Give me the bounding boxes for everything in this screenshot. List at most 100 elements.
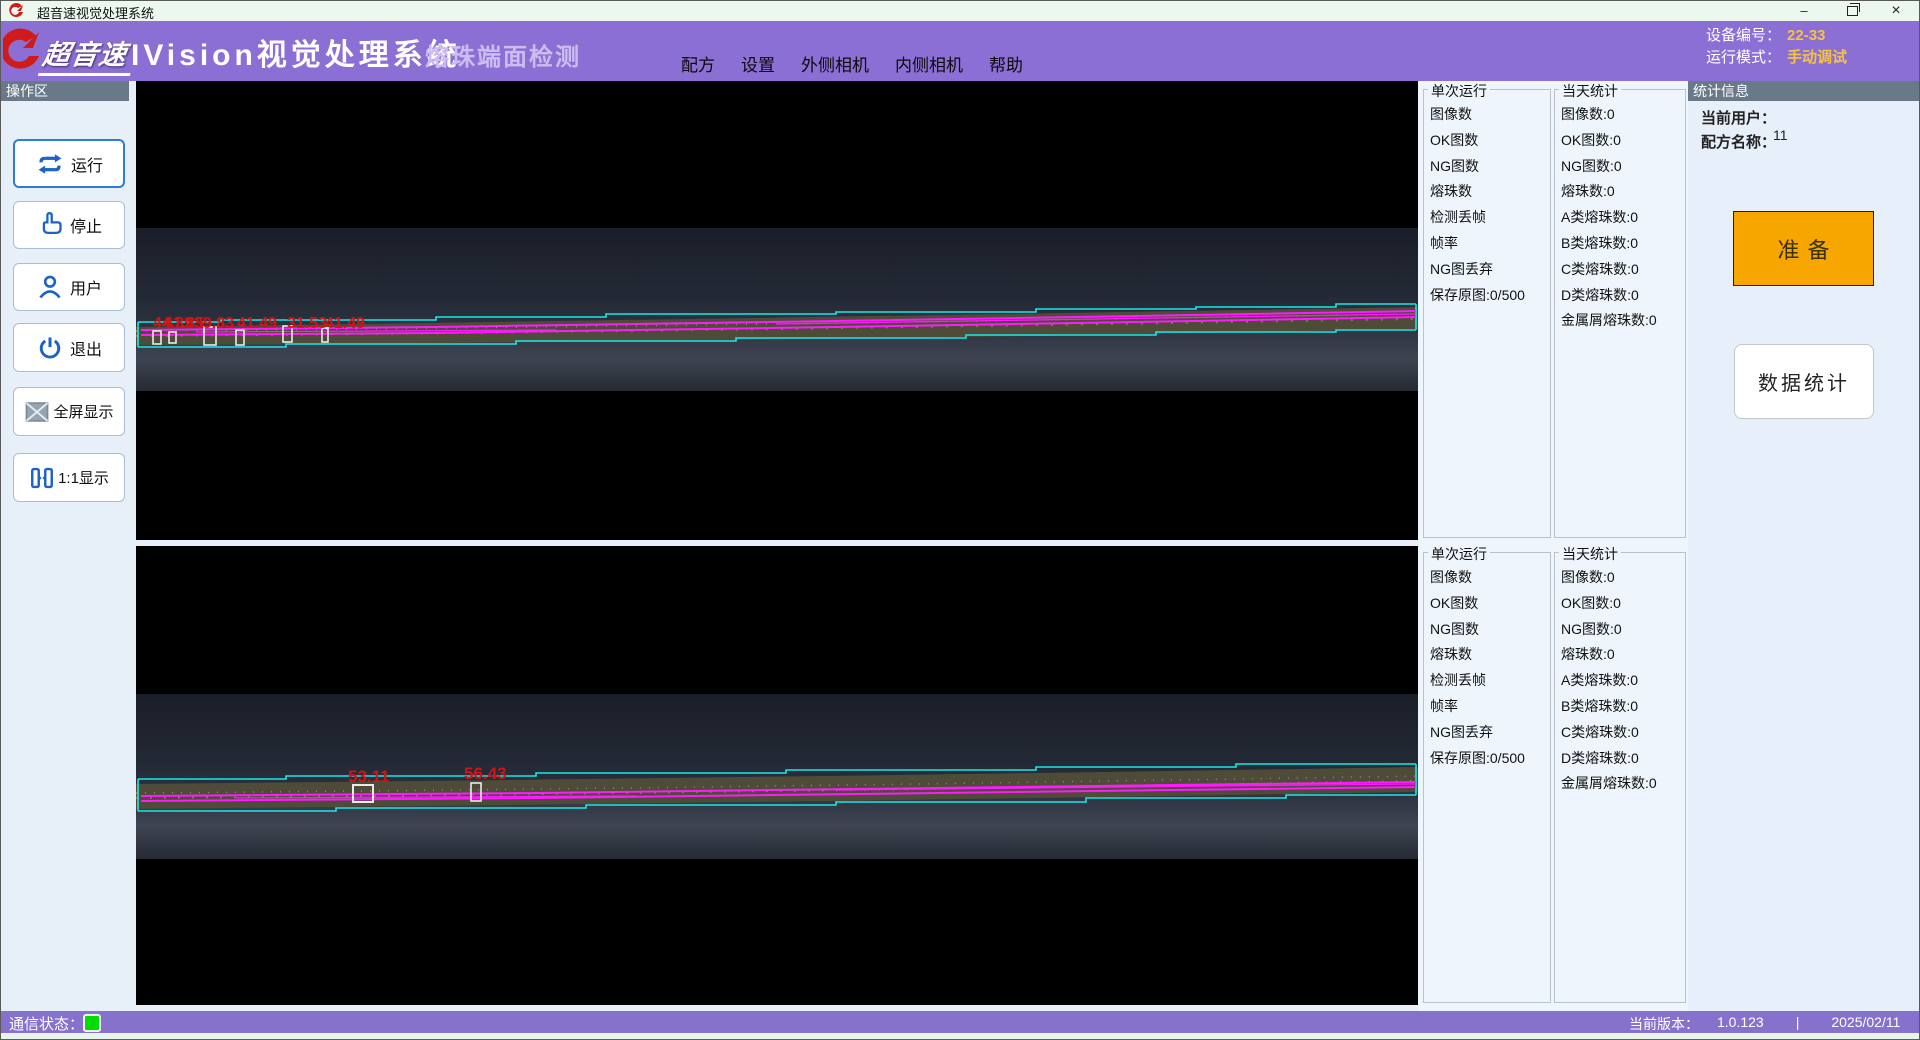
run-button-label: 运行: [71, 152, 103, 176]
menu-item[interactable]: 帮助: [989, 51, 1023, 76]
stat-row: D类熔珠数:0: [1561, 746, 1683, 772]
stat-row: 熔珠数:0: [1561, 642, 1683, 668]
menu-item[interactable]: 内侧相机: [895, 51, 963, 76]
statusbar: 通信状态： 当前版本： 1.0.123 | 2025/02/11 16:57:5…: [1, 1011, 1920, 1033]
stat-row: 金属屑熔珠数:0: [1561, 771, 1683, 797]
fullscreen-icon: [24, 400, 50, 424]
version-value: 1.0.123: [1717, 1014, 1764, 1034]
stat-row: 帧率: [1430, 694, 1548, 720]
device-info: 设备编号：22-33 运行模式：手动调试: [1706, 25, 1847, 69]
version-block: 当前版本： 1.0.123 | 2025/02/11 16:57:56: [1629, 1014, 1920, 1034]
menu-item[interactable]: 设置: [741, 51, 775, 76]
data-statistics-button[interactable]: 数据统计: [1734, 344, 1874, 419]
measurement-label: 41.49: [237, 315, 277, 332]
one-to-one-button[interactable]: 1:1显示: [13, 453, 125, 502]
exit-button[interactable]: 退出: [13, 323, 125, 372]
device-number-label: 设备编号：: [1706, 27, 1781, 44]
stat-row: 图像数:0: [1561, 565, 1683, 591]
daily-group-top: 当天统计 图像数:0OK图数:0NG图数:0熔珠数:0A类熔珠数:0B类熔珠数:…: [1554, 89, 1686, 538]
stat-row: OK图数: [1430, 591, 1548, 617]
stat-row: 检测丢帧: [1430, 205, 1548, 231]
main-menu: 配方 设置 外侧相机 内侧相机 帮助: [681, 51, 1023, 76]
close-button[interactable]: ×: [1885, 2, 1907, 20]
single-run-group-bottom: 单次运行 图像数OK图数NG图数熔珠数检测丢帧帧率NG图丢弃保存原图:0/500: [1423, 552, 1551, 1003]
group-title: 当天统计: [1559, 81, 1621, 101]
measurement-label: 53.11: [348, 767, 390, 786]
user-button[interactable]: 用户: [13, 263, 125, 311]
measurement-label: 31.53: [287, 315, 327, 332]
fullscreen-button-label: 全屏显示: [53, 401, 113, 422]
user-icon: [36, 273, 64, 301]
comm-status-led: [83, 1014, 101, 1032]
info-panel-header: 统计信息: [1688, 81, 1920, 101]
stat-row: 保存原图:0/500: [1430, 746, 1548, 772]
daily-rows-bottom: 图像数:0OK图数:0NG图数:0熔珠数:0A类熔珠数:0B类熔珠数:0C类熔珠…: [1561, 565, 1683, 797]
camera-view-inner: 53.11 56.43: [136, 546, 1418, 1005]
current-user-label: 当前用户：: [1701, 107, 1776, 128]
stat-row: B类熔珠数:0: [1561, 231, 1683, 257]
stat-row: C类熔珠数:0: [1561, 720, 1683, 746]
version-label: 当前版本：: [1629, 1014, 1699, 1034]
comm-status-label: 通信状态：: [9, 1013, 84, 1034]
stat-row: NG图数: [1430, 154, 1548, 180]
stop-button-label: 停止: [70, 213, 102, 237]
stat-row: D类熔珠数:0: [1561, 283, 1683, 309]
run-cycle-icon: [35, 151, 65, 177]
stat-row: OK图数:0: [1561, 591, 1683, 617]
recipe-name-label: 配方名称：: [1701, 131, 1776, 152]
menu-item[interactable]: 外侧相机: [801, 51, 869, 76]
app-title: IVision视觉处理系统: [131, 30, 461, 74]
stat-row: 帧率: [1430, 231, 1548, 257]
stop-button[interactable]: 停止: [13, 201, 125, 249]
group-title: 单次运行: [1428, 544, 1490, 564]
menu-item[interactable]: 配方: [681, 51, 715, 76]
stat-row: NG图丢弃: [1430, 257, 1548, 283]
stat-row: NG图丢弃: [1430, 720, 1548, 746]
brand-logo-text: 超音速: [38, 33, 136, 76]
fullscreen-button[interactable]: 全屏显示: [13, 387, 125, 436]
brand-swoosh-icon: [3, 26, 41, 76]
stat-row: A类熔珠数:0: [1561, 205, 1683, 231]
stat-row: C类熔珠数:0: [1561, 257, 1683, 283]
stat-row: NG图数:0: [1561, 617, 1683, 643]
stop-hand-icon: [36, 211, 64, 239]
single-run-group-top: 单次运行 图像数OK图数NG图数熔珠数检测丢帧帧率NG图丢弃保存原图:0/500: [1423, 89, 1551, 538]
daily-group-bottom: 当天统计 图像数:0OK图数:0NG图数:0熔珠数:0A类熔珠数:0B类熔珠数:…: [1554, 552, 1686, 1003]
stat-row: B类熔珠数:0: [1561, 694, 1683, 720]
stat-row: OK图数:0: [1561, 128, 1683, 154]
run-button[interactable]: 运行: [13, 139, 125, 188]
sidebar-header: 操作区: [1, 81, 129, 101]
device-number-value: 22-33: [1787, 27, 1825, 44]
stat-row: 熔珠数: [1430, 179, 1548, 205]
stat-row: 保存原图:0/500: [1430, 283, 1548, 309]
separator: |: [1796, 1014, 1800, 1034]
recipe-name-value: 11: [1773, 127, 1788, 143]
power-icon: [36, 334, 64, 362]
restore-button[interactable]: [1847, 6, 1858, 16]
measurement-label: 39.83: [194, 315, 234, 332]
app-logo-icon: [9, 3, 25, 19]
camera-view-outer: 44.39 41.85 39.83 41.49 31.53 41.49: [136, 81, 1418, 540]
ready-button[interactable]: 准备: [1733, 211, 1874, 286]
run-mode-label: 运行模式：: [1706, 49, 1781, 66]
stat-row: 金属屑熔珠数:0: [1561, 308, 1683, 334]
stat-row: NG图数: [1430, 617, 1548, 643]
group-title: 单次运行: [1428, 81, 1490, 101]
measurement-label: 41.49: [325, 315, 365, 332]
group-title: 当天统计: [1559, 544, 1621, 564]
stat-row: 检测丢帧: [1430, 668, 1548, 694]
exit-button-label: 退出: [70, 336, 102, 360]
window-title: 超音速视觉处理系统: [37, 3, 154, 22]
app-subtitle: 熔珠端面检测: [425, 37, 581, 72]
stat-row: 熔珠数:0: [1561, 179, 1683, 205]
stat-row: NG图数:0: [1561, 154, 1683, 180]
one-to-one-icon: [29, 465, 55, 491]
stat-row: 图像数:0: [1561, 102, 1683, 128]
measurement-label: 56.43: [464, 764, 507, 783]
stat-row: 图像数: [1430, 565, 1548, 591]
minimize-button[interactable]: –: [1793, 2, 1815, 20]
stat-row: OK图数: [1430, 128, 1548, 154]
stat-row: A类熔珠数:0: [1561, 668, 1683, 694]
stat-row: 图像数: [1430, 102, 1548, 128]
daily-rows-top: 图像数:0OK图数:0NG图数:0熔珠数:0A类熔珠数:0B类熔珠数:0C类熔珠…: [1561, 102, 1683, 334]
